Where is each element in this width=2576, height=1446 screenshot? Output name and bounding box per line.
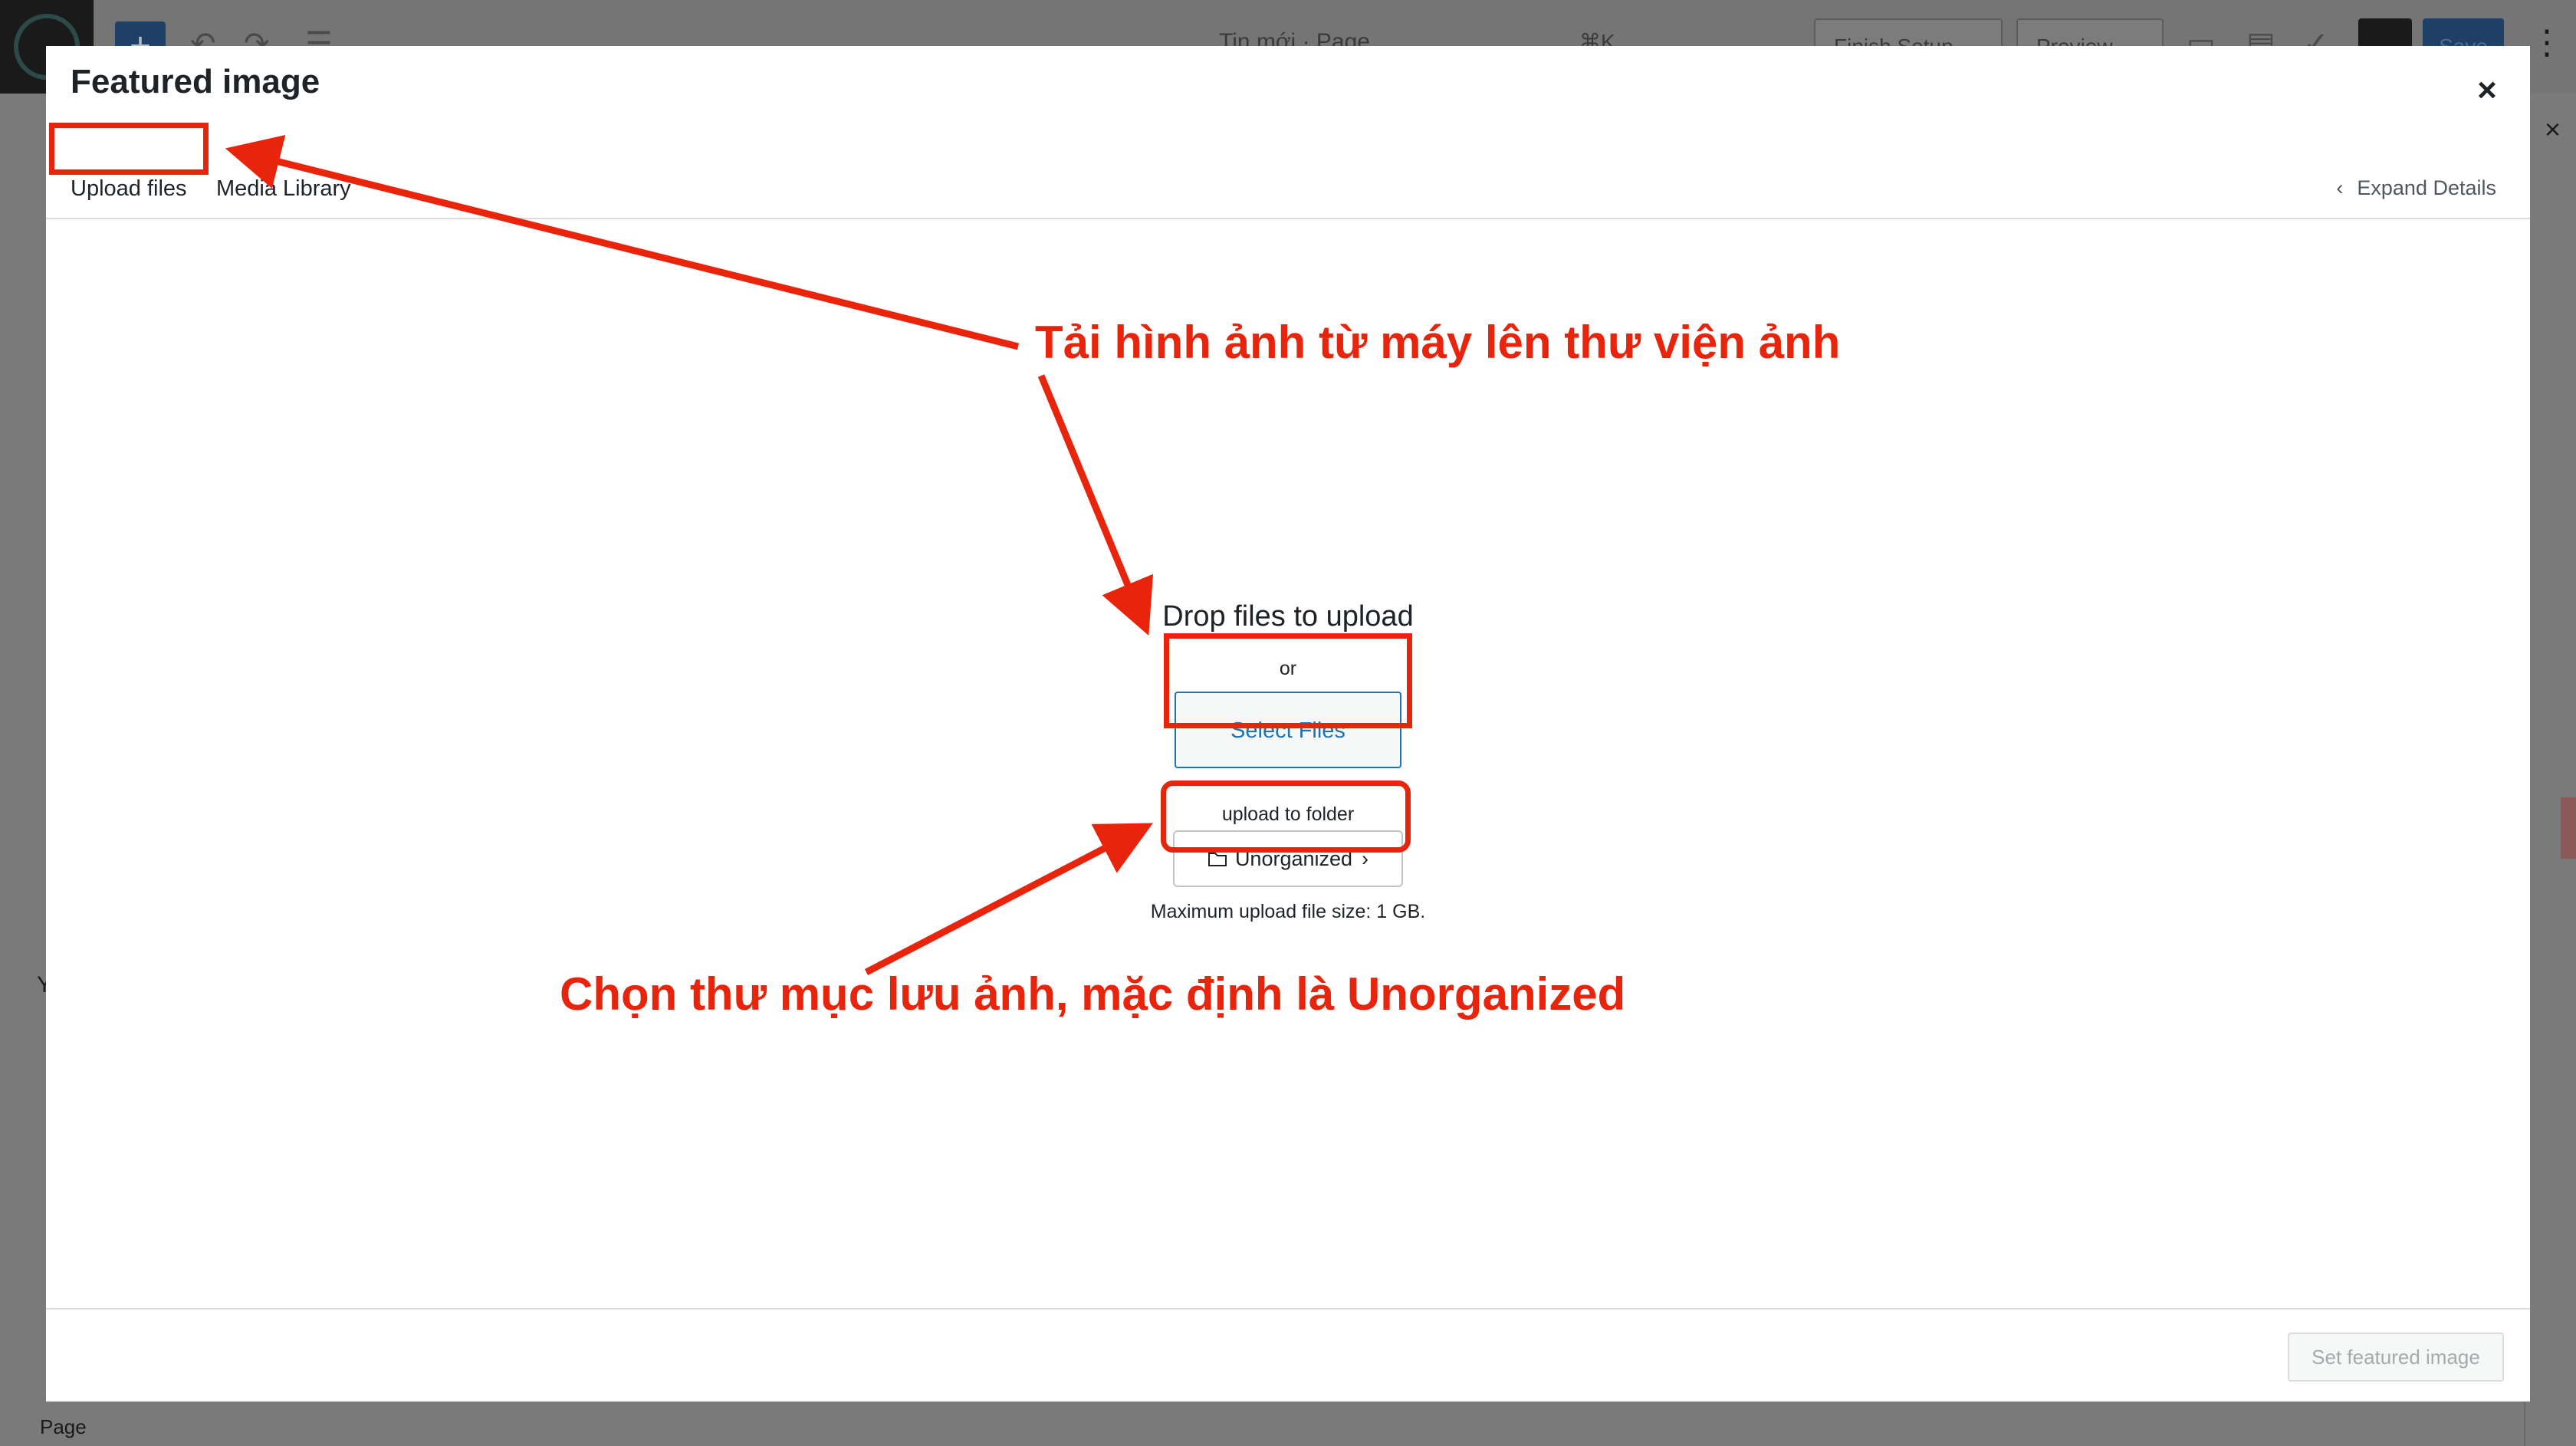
editor-sidebar (2524, 94, 2576, 1446)
annotation-upload-note: Tải hình ảnh từ máy lên thư viện ảnh (1035, 317, 1841, 368)
modal-tab-bar: Upload files Media Library ‹ Expand Detai… (46, 130, 2530, 219)
max-upload-size: Maximum upload file size: 1 GB. (1150, 901, 1426, 922)
tab-media-library[interactable]: Media Library (216, 176, 351, 202)
options-menu-icon: ⋮ (2530, 24, 2564, 61)
folder-selector[interactable]: Unorganized › (1173, 830, 1403, 887)
upload-folder-label: upload to folder (1221, 804, 1355, 825)
modal-footer-toolbar: Set featured image (46, 1308, 2530, 1402)
editor-breadcrumb: Page (40, 1415, 87, 1438)
drop-instructions: Drop files to upload (1162, 600, 1414, 633)
expand-details-link[interactable]: ‹ Expand Details (2336, 176, 2496, 200)
expand-details-label: Expand Details (2357, 176, 2496, 199)
set-featured-image-button[interactable]: Set featured image (2288, 1333, 2504, 1382)
close-icon[interactable]: × (2464, 67, 2510, 113)
featured-image-modal: Featured image × Upload files Media Libr… (46, 46, 2530, 1402)
folder-selector-value: Unorganized (1234, 847, 1353, 870)
folder-icon (1208, 833, 1227, 887)
select-files-button[interactable]: Select Files (1175, 692, 1401, 768)
drop-or-text: or (1279, 658, 1297, 679)
modal-title: Featured image (71, 63, 320, 100)
upload-drop-zone[interactable]: Drop files to upload or Select Files upl… (46, 221, 2530, 1352)
chevron-left-icon: ‹ (2336, 176, 2344, 199)
annotation-folder-note: Chọn thư mục lưu ảnh, mặc định là Unorga… (560, 968, 1626, 1020)
chevron-right-icon: › (1362, 847, 1369, 870)
tab-upload-files[interactable]: Upload files (71, 176, 187, 202)
sidebar-notice (2561, 797, 2576, 859)
sidebar-close-icon: × (2544, 113, 2561, 145)
